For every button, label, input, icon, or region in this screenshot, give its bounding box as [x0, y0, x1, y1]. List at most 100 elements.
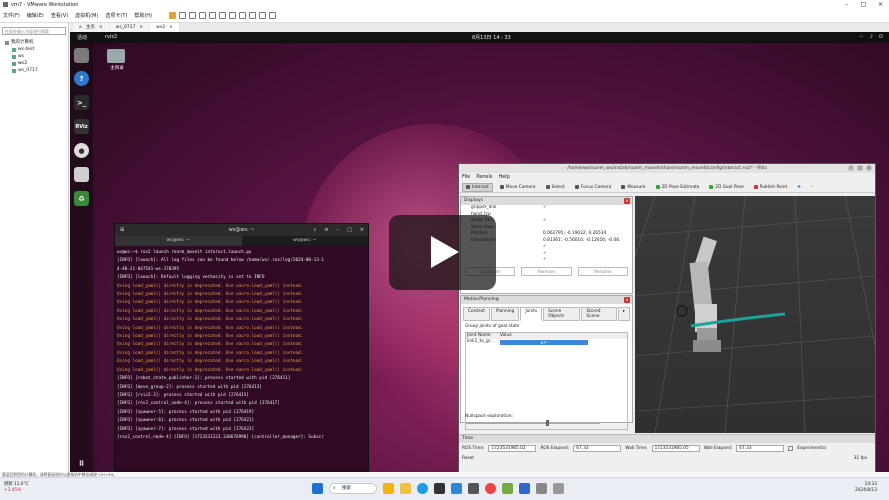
joint-value-slider[interactable]: 67° [500, 339, 588, 345]
tab-context[interactable]: Context [463, 307, 490, 321]
panel-close-icon[interactable]: × [624, 297, 630, 303]
volume-icon[interactable]: ♪ [870, 34, 873, 40]
tabs-scroll-icon[interactable]: ▸ [617, 307, 630, 321]
terminal-tab-2[interactable]: ws@ws: ~ [242, 236, 369, 246]
minimize-icon[interactable]: – [848, 165, 854, 171]
clock[interactable]: 8月13日 14 : 33 [472, 34, 511, 41]
panel-close-icon[interactable]: × [624, 198, 630, 204]
maximize-icon[interactable]: □ [347, 224, 352, 236]
library-item-ws3[interactable]: ws3 [0, 60, 68, 67]
taskbar-search[interactable]: ⌕ 搜索 [329, 483, 377, 494]
tool-interact[interactable]: Interact [462, 182, 493, 192]
thumbnail-view-icon[interactable] [229, 12, 237, 19]
library-item-ws-0717[interactable]: ws_0717 [0, 67, 68, 74]
search-icon[interactable]: ⌕ [314, 224, 317, 236]
stretch-icon[interactable] [269, 12, 277, 19]
tool-2d-pose-estimate[interactable]: 2D Pose Estimate [653, 184, 703, 191]
pause-icon[interactable] [169, 12, 177, 19]
snapshot-icon[interactable] [189, 12, 197, 19]
close-icon[interactable]: × [872, 0, 889, 9]
app-icon[interactable] [383, 483, 394, 494]
3d-view[interactable] [634, 195, 876, 434]
tab-planning[interactable]: Planning [490, 307, 520, 321]
weather-widget[interactable]: 阴转 11.0°C +3.45% [4, 482, 29, 494]
chrome-icon[interactable] [485, 483, 496, 494]
library-item-my-computer[interactable]: 我的计算机 [0, 39, 68, 46]
terminal-output[interactable]: ws@ws:~$ ros2 launch roarm_moveit intera… [115, 246, 368, 445]
tab-ws3[interactable]: ws3 × [150, 23, 179, 32]
app-icon[interactable] [536, 483, 547, 494]
manage-snapshots-icon[interactable] [209, 12, 217, 19]
menu-vm[interactable]: 虚拟机(M) [75, 12, 98, 19]
app-icon[interactable] [553, 483, 564, 494]
guest-desktop[interactable]: 活动 rviz2 8月13日 14 : 33 ⋯ ♪ ⏻ ? >_ RViz ●… [70, 32, 889, 472]
revert-snapshot-icon[interactable] [199, 12, 207, 19]
remove-button[interactable]: Remove [521, 266, 572, 276]
help-icon[interactable]: ? [74, 71, 89, 86]
nullspace-slider[interactable] [466, 420, 600, 426]
app-icon[interactable] [434, 483, 445, 494]
menu-file[interactable]: 文件(F) [3, 12, 20, 19]
close-icon[interactable]: × [360, 224, 364, 236]
menu-help[interactable]: Help [498, 173, 509, 182]
dvd-icon[interactable]: ● [74, 143, 89, 158]
tab-close-icon[interactable]: × [139, 23, 143, 32]
unity-icon[interactable] [249, 12, 257, 19]
library-item-ws[interactable]: ws [0, 53, 68, 60]
menu-view[interactable]: 查看(V) [51, 12, 68, 19]
library-search-input[interactable]: 在此处键入内容进行搜索 [2, 27, 66, 35]
app-icon[interactable] [519, 483, 530, 494]
app-icon[interactable] [502, 483, 513, 494]
app-icon[interactable] [468, 483, 479, 494]
tab-joints[interactable]: Joints [520, 307, 543, 321]
tab-close-icon[interactable]: × [99, 23, 103, 32]
tab-stored-scene[interactable]: Stored Scene [581, 307, 617, 321]
ros-elapsed-field[interactable]: 67.33 [573, 445, 622, 452]
reset-button[interactable]: Reset [462, 456, 474, 461]
tab-close-icon[interactable]: × [169, 23, 173, 32]
app-menu-rviz[interactable]: rviz2 [105, 34, 117, 40]
slider-handle[interactable] [546, 420, 549, 426]
experimental-checkbox[interactable] [788, 446, 794, 451]
tool-publish-point[interactable]: Publish Point [751, 184, 790, 191]
maximize-icon[interactable]: □ [857, 165, 863, 171]
taskbar-clock[interactable]: 14:33 2024/8/13 [855, 482, 877, 494]
rename-button[interactable]: Rename [577, 266, 628, 276]
rviz-icon[interactable]: RViz [74, 119, 89, 134]
tab-ws-0717[interactable]: ws_0717 × [109, 23, 150, 32]
menu-tabs[interactable]: 选项卡(T) [105, 12, 127, 19]
library-item-ws-test[interactable]: ws-test [0, 46, 68, 53]
wall-elapsed-field[interactable]: 67.33 [736, 445, 785, 452]
menu-file[interactable]: File [462, 173, 470, 182]
app-grid-icon[interactable]: ⠿ [74, 456, 89, 471]
edge-icon[interactable] [417, 483, 428, 494]
joint-row[interactable]: link1_to_gr... 67° [466, 339, 627, 345]
console-view-icon[interactable] [259, 12, 267, 19]
ros-time-field[interactable]: 1723531985.02 [488, 445, 537, 452]
drive-icon[interactable] [74, 167, 89, 182]
add-tool-icon[interactable]: ✚ [794, 184, 804, 191]
fullscreen-icon[interactable] [239, 12, 247, 19]
minimize-icon[interactable]: – [337, 224, 340, 236]
menu-edit[interactable]: 编辑(E) [27, 12, 44, 19]
library-view-icon[interactable] [219, 12, 227, 19]
tool-select[interactable]: Select [543, 184, 568, 191]
desktop-home-folder[interactable]: 主目录 [107, 49, 127, 71]
tab-scene-objects[interactable]: Scene Objects [543, 307, 581, 321]
app-icon[interactable] [451, 483, 462, 494]
start-icon[interactable] [312, 483, 323, 494]
activities-button[interactable]: 活动 [77, 34, 87, 41]
tool-focus-camera[interactable]: Focus Camera [572, 184, 615, 191]
menu-panels[interactable]: Panels [476, 173, 492, 182]
files-icon[interactable] [74, 48, 89, 63]
terminal-icon[interactable]: >_ [74, 95, 89, 110]
tool-measure[interactable]: Measure [618, 184, 648, 191]
terminal-window[interactable]: ⊞ ws@ws: ~ ⌕ ≡ – □ × ws@ws: ~ ws@ws: ~ w… [114, 223, 369, 472]
send-keys-icon[interactable] [179, 12, 187, 19]
video-play-button[interactable] [389, 215, 496, 290]
tool-move-camera[interactable]: Move Camera [497, 184, 539, 191]
terminal-tab-1[interactable]: ws@ws: ~ [115, 236, 242, 246]
minimize-icon[interactable]: – [838, 0, 855, 9]
tool-2d-goal-pose[interactable]: 2D Goal Pose [706, 184, 747, 191]
wall-time-field[interactable]: 1723531985.05 [651, 445, 700, 452]
